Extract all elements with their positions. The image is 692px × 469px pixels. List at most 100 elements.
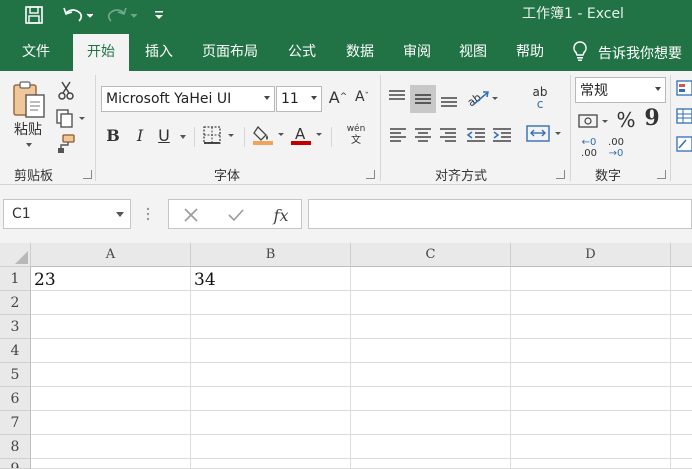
paste-icon[interactable]: [6, 77, 52, 121]
italic-button[interactable]: I: [129, 123, 151, 147]
row-header-8[interactable]: 8: [0, 435, 31, 459]
row-header-5[interactable]: 5: [0, 363, 31, 387]
percent-button[interactable]: %: [614, 107, 638, 133]
cell-b6[interactable]: [191, 387, 351, 411]
borders-icon[interactable]: [201, 123, 239, 147]
cell-d3[interactable]: [511, 315, 671, 339]
cell-styles-icon[interactable]: [676, 133, 692, 155]
decrease-decimal-button[interactable]: .00 →0: [602, 135, 630, 161]
orientation-icon[interactable]: ab: [464, 85, 502, 111]
cell-c1[interactable]: [351, 267, 511, 291]
row-header-4[interactable]: 4: [0, 339, 31, 363]
cell-e8[interactable]: [671, 435, 692, 459]
cell-e7[interactable]: [671, 411, 692, 435]
cell-b5[interactable]: [191, 363, 351, 387]
grow-font-icon[interactable]: A ^: [327, 85, 349, 109]
cell-c8[interactable]: [351, 435, 511, 459]
cell-a6[interactable]: [31, 387, 191, 411]
cell-b8[interactable]: [191, 435, 351, 459]
cell-c4[interactable]: [351, 339, 511, 363]
cell-e5[interactable]: [671, 363, 692, 387]
tab-insert[interactable]: 插入: [133, 34, 185, 71]
select-all-corner[interactable]: [0, 243, 31, 267]
tab-data[interactable]: 数据: [334, 34, 386, 71]
row-header-7[interactable]: 7: [0, 411, 31, 435]
cell-c3[interactable]: [351, 315, 511, 339]
tab-review[interactable]: 审阅: [391, 34, 443, 71]
number-launcher-icon[interactable]: [657, 170, 666, 179]
formula-input[interactable]: [308, 199, 692, 229]
column-header-c[interactable]: C: [351, 243, 511, 267]
cell-e6[interactable]: [671, 387, 692, 411]
tab-formulas[interactable]: 公式: [276, 34, 328, 71]
cell-b7[interactable]: [191, 411, 351, 435]
align-right-icon[interactable]: [437, 123, 459, 147]
column-header-e[interactable]: [671, 243, 692, 267]
tab-home[interactable]: 开始: [73, 34, 129, 71]
format-as-table-icon[interactable]: [676, 105, 692, 127]
cell-b3[interactable]: [191, 315, 351, 339]
formula-bar-grip-icon[interactable]: [142, 205, 154, 223]
save-icon[interactable]: [20, 0, 48, 30]
fill-color-icon[interactable]: [251, 123, 289, 147]
cell-c9[interactable]: [351, 459, 511, 469]
cancel-icon[interactable]: [179, 204, 203, 226]
align-center-icon[interactable]: [412, 123, 434, 147]
paste-dropdown-icon[interactable]: [24, 141, 34, 149]
row-header-3[interactable]: 3: [0, 315, 31, 339]
cell-e9[interactable]: [671, 459, 692, 469]
cell-e2[interactable]: [671, 291, 692, 315]
cell-d8[interactable]: [511, 435, 671, 459]
cell-d5[interactable]: [511, 363, 671, 387]
cell-a5[interactable]: [31, 363, 191, 387]
cell-a3[interactable]: [31, 315, 191, 339]
column-header-a[interactable]: A: [31, 243, 191, 267]
paste-label[interactable]: 粘贴: [8, 120, 48, 138]
cell-b9[interactable]: [191, 459, 351, 469]
font-size-select[interactable]: 11: [276, 86, 322, 112]
cell-c2[interactable]: [351, 291, 511, 315]
cell-b2[interactable]: [191, 291, 351, 315]
cell-d4[interactable]: [511, 339, 671, 363]
align-middle-icon[interactable]: [410, 85, 436, 113]
column-header-b[interactable]: B: [191, 243, 351, 267]
alignment-launcher-icon[interactable]: [556, 170, 565, 179]
column-header-d[interactable]: D: [511, 243, 671, 267]
cut-icon[interactable]: [55, 79, 77, 101]
row-header-6[interactable]: 6: [0, 387, 31, 411]
bold-button[interactable]: B: [102, 123, 124, 147]
name-box[interactable]: C1: [3, 199, 131, 229]
increase-decimal-button[interactable]: ←0.00: [575, 135, 603, 161]
cell-a2[interactable]: [31, 291, 191, 315]
customize-icon[interactable]: [150, 0, 168, 30]
cell-e3[interactable]: [671, 315, 692, 339]
cell-e1[interactable]: [671, 267, 692, 291]
merge-center-icon[interactable]: [524, 121, 566, 147]
tab-file[interactable]: 文件: [8, 34, 64, 71]
font-launcher-icon[interactable]: [366, 170, 375, 179]
wrap-text-icon[interactable]: ab c: [527, 83, 553, 113]
row-header-9[interactable]: 9: [0, 459, 31, 469]
align-bottom-icon[interactable]: [437, 85, 461, 113]
cell-a8[interactable]: [31, 435, 191, 459]
cell-b4[interactable]: [191, 339, 351, 363]
cell-d2[interactable]: [511, 291, 671, 315]
decrease-indent-icon[interactable]: [464, 123, 488, 147]
cell-c5[interactable]: [351, 363, 511, 387]
cell-d7[interactable]: [511, 411, 671, 435]
insert-function-button[interactable]: fx: [267, 203, 295, 227]
underline-dropdown-icon[interactable]: [178, 133, 188, 141]
tell-me-box[interactable]: 告诉我你想要: [572, 34, 682, 71]
cell-c6[interactable]: [351, 387, 511, 411]
cell-a1[interactable]: 23: [31, 267, 191, 291]
font-name-select[interactable]: Microsoft YaHei UI: [101, 86, 275, 112]
cell-a7[interactable]: [31, 411, 191, 435]
clipboard-launcher-icon[interactable]: [83, 170, 92, 179]
conditional-formatting-icon[interactable]: [676, 77, 692, 99]
enter-icon[interactable]: [224, 204, 248, 226]
cell-d1[interactable]: [511, 267, 671, 291]
cell-c7[interactable]: [351, 411, 511, 435]
cell-b1[interactable]: 34: [191, 267, 351, 291]
font-color-icon[interactable]: A: [289, 123, 327, 147]
cell-d6[interactable]: [511, 387, 671, 411]
